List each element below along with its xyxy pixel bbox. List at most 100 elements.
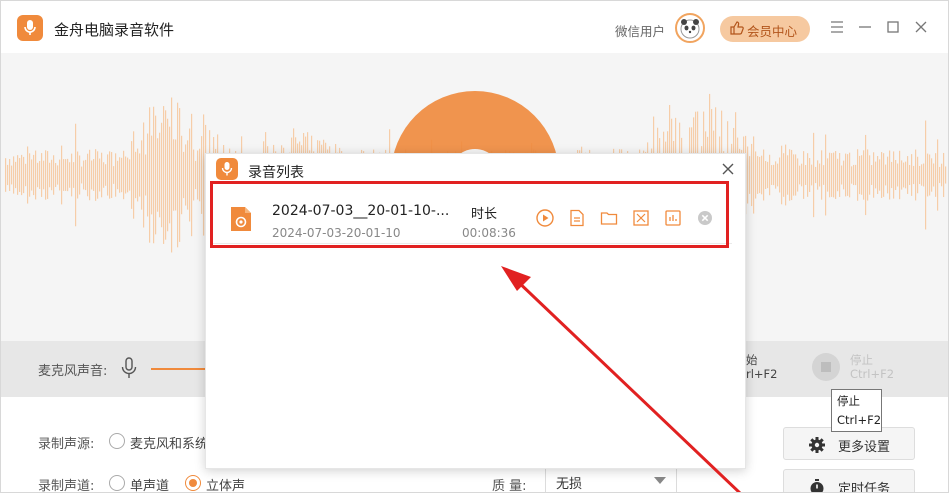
waveform-bar xyxy=(51,159,53,191)
waveform-bar xyxy=(173,139,175,211)
waveform-bar xyxy=(841,165,843,185)
waveform-bar xyxy=(807,153,809,197)
waveform-bar xyxy=(195,160,197,190)
waveform-bar xyxy=(901,160,903,190)
chevron-down-icon xyxy=(654,477,666,484)
mic-volume-label: 麦克风声音: xyxy=(38,364,108,379)
waveform-bar xyxy=(93,159,95,191)
waveform-bar xyxy=(875,161,877,189)
close-icon[interactable] xyxy=(911,17,931,37)
waveform-bar xyxy=(845,153,847,197)
mic-volume-slider[interactable] xyxy=(151,368,207,370)
waveform-bar xyxy=(877,156,879,194)
stereo-radio[interactable] xyxy=(185,475,201,491)
waveform-bar xyxy=(25,163,27,187)
waveform-bar xyxy=(811,164,813,186)
avatar[interactable] xyxy=(675,13,705,43)
timer-task-button[interactable]: 定时任务 xyxy=(783,469,915,493)
waveform-bar xyxy=(137,148,139,202)
maximize-icon[interactable] xyxy=(883,17,903,37)
stop-button[interactable] xyxy=(812,353,840,381)
waveform-bar xyxy=(917,156,919,194)
waveform-bar xyxy=(19,158,21,192)
waveform-bar xyxy=(193,149,195,201)
waveform-bar xyxy=(187,140,189,210)
waveform-bar xyxy=(95,149,97,201)
waveform-bar xyxy=(783,153,785,197)
waveform-bar xyxy=(7,164,9,186)
waveform-bar xyxy=(151,135,153,215)
waveform-bar xyxy=(925,120,927,230)
waveform-bar xyxy=(941,163,943,187)
dialog-close-icon[interactable] xyxy=(720,161,736,177)
waveform-bar xyxy=(903,162,905,188)
source-radio[interactable] xyxy=(109,433,125,449)
waveform-bar xyxy=(123,150,125,200)
vip-center-button[interactable]: 会员中心 xyxy=(720,16,810,42)
waveform-bar xyxy=(921,164,923,186)
waveform-bar xyxy=(837,158,839,192)
waveform-bar xyxy=(67,158,69,192)
record-channel-label: 录制声道: xyxy=(38,479,95,493)
waveform-bar xyxy=(851,166,853,184)
source-option-label[interactable]: 麦克风和系统 xyxy=(130,433,208,452)
waveform-bar xyxy=(867,149,869,201)
waveform-bar xyxy=(799,165,801,185)
stop-shortcut-text: Ctrl+F2 xyxy=(850,367,895,381)
waveform-bar xyxy=(201,136,203,214)
waveform-bar xyxy=(83,160,85,190)
user-name[interactable]: 微信用户 xyxy=(615,21,665,40)
waveform-bar xyxy=(923,163,925,187)
waveform-bar xyxy=(107,154,109,196)
waveform-bar xyxy=(91,160,93,190)
waveform-bar xyxy=(847,154,849,196)
waveform-bar xyxy=(139,153,141,197)
more-settings-label: 更多设置 xyxy=(838,440,891,455)
waveform-bar xyxy=(765,161,767,189)
stop-tooltip: 停止 Ctrl+F2 xyxy=(831,389,882,432)
quality-select[interactable]: 无损 xyxy=(545,465,677,492)
quality-label: 质 量: xyxy=(492,479,527,493)
waveform-bar xyxy=(169,126,171,224)
waveform-bar xyxy=(145,154,147,196)
waveform-bar xyxy=(881,152,883,198)
stereo-label[interactable]: 立体声 xyxy=(206,475,245,492)
mono-radio[interactable] xyxy=(109,475,125,491)
waveform-bar xyxy=(167,118,169,232)
waveform-bar xyxy=(175,139,177,211)
minimize-icon[interactable] xyxy=(855,17,875,37)
menu-icon[interactable] xyxy=(827,17,847,37)
waveform-bar xyxy=(801,163,803,187)
timer-task-label: 定时任务 xyxy=(838,482,891,493)
record-source-label: 录制声源: xyxy=(38,437,95,452)
waveform-bar xyxy=(747,146,749,204)
mono-label[interactable]: 单声道 xyxy=(130,475,169,492)
app-window: 金舟电脑录音软件 微信用户 会员中心 麦克风声音: 始 rl+F2 停止 Ctr… xyxy=(0,0,949,493)
waveform-bar xyxy=(929,154,931,196)
waveform-bar xyxy=(103,162,105,188)
waveform-bar xyxy=(771,165,773,185)
start-button-label[interactable]: 始 rl+F2 xyxy=(746,353,778,381)
waveform-bar xyxy=(749,156,751,194)
waveform-bar xyxy=(75,123,77,227)
waveform-bar xyxy=(85,159,87,191)
waveform-bar xyxy=(65,159,67,191)
waveform-bar xyxy=(87,153,89,197)
waveform-bar xyxy=(13,156,15,194)
waveform-bar xyxy=(45,150,47,200)
waveform-bar xyxy=(895,160,897,190)
waveform-bar xyxy=(757,156,759,194)
waveform-bar xyxy=(755,151,757,199)
start-label-text: 始 xyxy=(746,353,758,367)
app-title: 金舟电脑录音软件 xyxy=(54,21,175,39)
waveform-bar xyxy=(751,143,753,207)
waveform-bar xyxy=(141,140,143,210)
waveform-bar xyxy=(129,159,131,191)
waveform-bar xyxy=(89,149,91,201)
waveform-bar xyxy=(171,97,173,253)
waveform-bar xyxy=(71,153,73,197)
waveform-bar xyxy=(127,157,129,193)
waveform-bar xyxy=(29,153,31,197)
waveform-bar xyxy=(37,162,39,188)
waveform-bar xyxy=(815,166,817,184)
